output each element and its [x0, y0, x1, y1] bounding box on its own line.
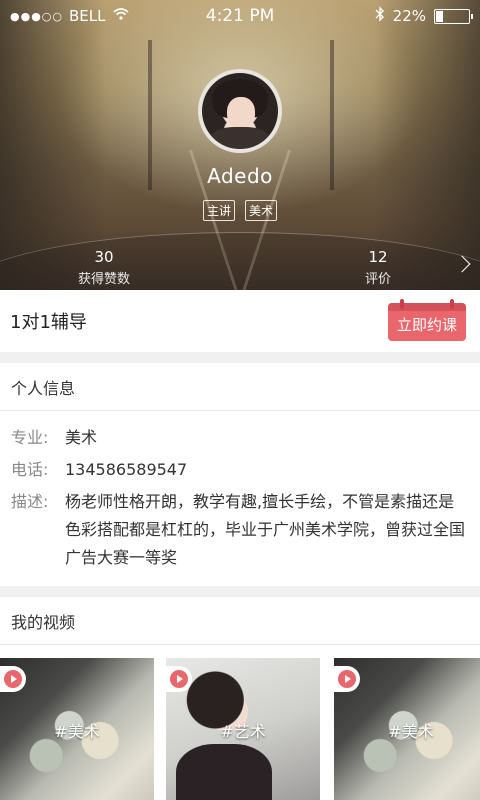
calendar-ring-icon: [400, 299, 404, 309]
play-icon[interactable]: [0, 666, 26, 692]
avatar[interactable]: [198, 69, 282, 153]
tag-role: 主讲: [202, 200, 235, 221]
major-value: 美术: [65, 428, 98, 447]
status-time: 4:21 PM: [205, 6, 275, 26]
profile-header: ●●●○○ BELL 4:21 PM 22% Adedo 主讲 美术 30 获得…: [0, 0, 480, 290]
video-thumbnail[interactable]: #美术: [0, 658, 154, 800]
book-class-button[interactable]: 立即约课: [388, 299, 466, 341]
video-thumbnail[interactable]: #美术: [334, 658, 480, 800]
rating-label: 评价: [364, 272, 391, 287]
section-divider: [0, 352, 480, 363]
description-value: 杨老师性格开朗，教学有趣,擅长手绘，不管是素描还是色彩搭配都是杠杠的，毕业于广州…: [65, 492, 466, 567]
calendar-ring-icon: [450, 299, 454, 309]
rating-stat[interactable]: 12 评价: [338, 248, 418, 287]
tag-subject: 美术: [245, 200, 278, 221]
section-divider: [0, 586, 480, 597]
personal-info-section: 个人信息 专业: 美术 电话: 134586589547 描述: 杨老师性格开朗…: [0, 363, 480, 586]
book-class-label: 立即约课: [396, 316, 457, 334]
likes-stat[interactable]: 30 获得赞数: [64, 248, 144, 287]
personal-info-body: 专业: 美术 电话: 134586589547 描述: 杨老师性格开朗，教学有趣…: [0, 411, 480, 586]
major-row: 专业: 美术: [11, 424, 468, 452]
major-label: 专业:: [11, 428, 49, 447]
likes-label: 获得赞数: [77, 272, 130, 287]
teacher-name: Adedo: [207, 164, 273, 188]
video-label: #美术: [54, 722, 100, 741]
description-row: 描述: 杨老师性格开朗，教学有趣,擅长手绘，不管是素描还是色彩搭配都是杠杠的，毕…: [11, 488, 468, 572]
tutoring-row: 1对1辅导 立即约课: [0, 290, 480, 352]
phone-value[interactable]: 134586589547: [65, 456, 187, 484]
likes-count: 30: [94, 248, 114, 266]
rating-count: 12: [368, 248, 388, 266]
video-label: #艺术: [220, 722, 266, 741]
phone-row: 电话: 134586589547: [11, 456, 468, 484]
video-list: #美术 #艺术 #美术: [0, 645, 480, 800]
stats-bar: 30 获得赞数 12 评价: [0, 248, 480, 288]
videos-section: 我的视频 #美术 #艺术 #美术: [0, 597, 480, 800]
tutoring-title: 1对1辅导: [10, 312, 87, 333]
play-icon[interactable]: [334, 666, 360, 692]
videos-header: 我的视频: [0, 597, 480, 645]
battery-icon: [434, 8, 473, 24]
video-label: #美术: [388, 722, 434, 741]
personal-info-header: 个人信息: [0, 363, 480, 411]
status-bar: ●●●○○ BELL 4:21 PM 22%: [0, 0, 480, 32]
phone-label: 电话:: [11, 460, 49, 479]
teacher-tags: 主讲 美术: [0, 200, 480, 221]
avatar-photo: [202, 73, 278, 149]
description-label: 描述:: [11, 492, 49, 511]
play-icon[interactable]: [166, 666, 192, 692]
video-thumbnail[interactable]: #艺术: [166, 658, 320, 800]
